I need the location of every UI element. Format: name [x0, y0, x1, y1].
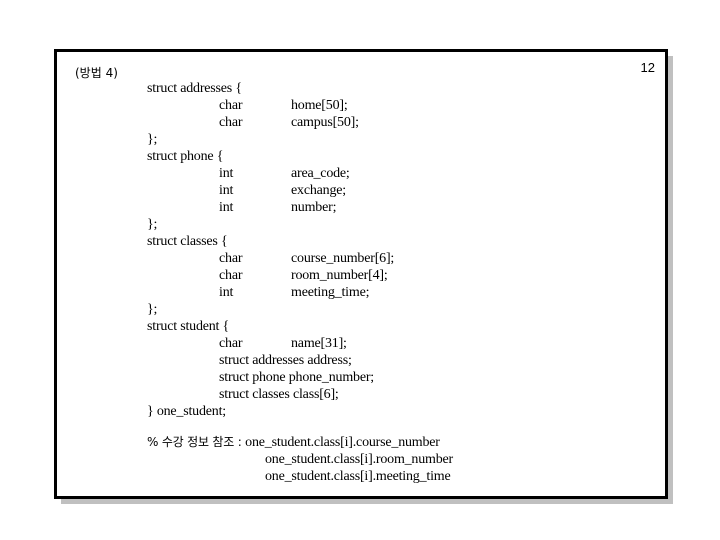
struct-addresses-close: }; [147, 132, 158, 147]
field-type: char [219, 98, 243, 113]
field-type: char [219, 115, 243, 130]
field-type: int [219, 166, 234, 181]
note-ref: one_student.class[i].meeting_time [265, 469, 451, 484]
slide-frame: 12 (방법 4) struct addresses { char home[5… [54, 49, 668, 499]
student-member: struct classes class[6]; [219, 387, 339, 402]
field-type: int [219, 200, 234, 215]
student-member: struct addresses address; [219, 353, 352, 368]
note-ref: one_student.class[i].room_number [265, 452, 454, 467]
note-ref: one_student.class[i].course_number [245, 435, 440, 450]
method-heading: (방법 4) [75, 66, 118, 80]
field-name: number; [291, 200, 337, 215]
field-name: campus[50]; [291, 115, 359, 130]
struct-classes-open: struct classes { [147, 234, 228, 249]
struct-addresses-open: struct addresses { [147, 81, 242, 96]
note-prefix: % 수강 정보 참조 : [147, 435, 246, 449]
struct-classes-close: }; [147, 302, 158, 317]
struct-student-close: } one_student; [147, 404, 226, 419]
page-number: 12 [640, 60, 655, 75]
struct-phone-open: struct phone { [147, 149, 224, 164]
struct-student-open: struct student { [147, 319, 230, 334]
field-type: int [219, 183, 234, 198]
field-name: home[50]; [291, 98, 348, 113]
field-name: room_number[4]; [291, 268, 388, 283]
field-name: meeting_time; [291, 285, 370, 300]
field-type: char [219, 268, 243, 283]
struct-phone-close: }; [147, 217, 158, 232]
field-name: area_code; [291, 166, 350, 181]
student-member: struct phone phone_number; [219, 370, 374, 385]
note-line: % 수강 정보 참조 : one_student.class[i].course… [147, 434, 440, 451]
field-name: course_number[6]; [291, 251, 395, 266]
field-type: char [219, 251, 243, 266]
field-type: int [219, 285, 234, 300]
field-name: exchange; [291, 183, 346, 198]
field-type: char [219, 336, 243, 351]
field-name: name[31]; [291, 336, 347, 351]
